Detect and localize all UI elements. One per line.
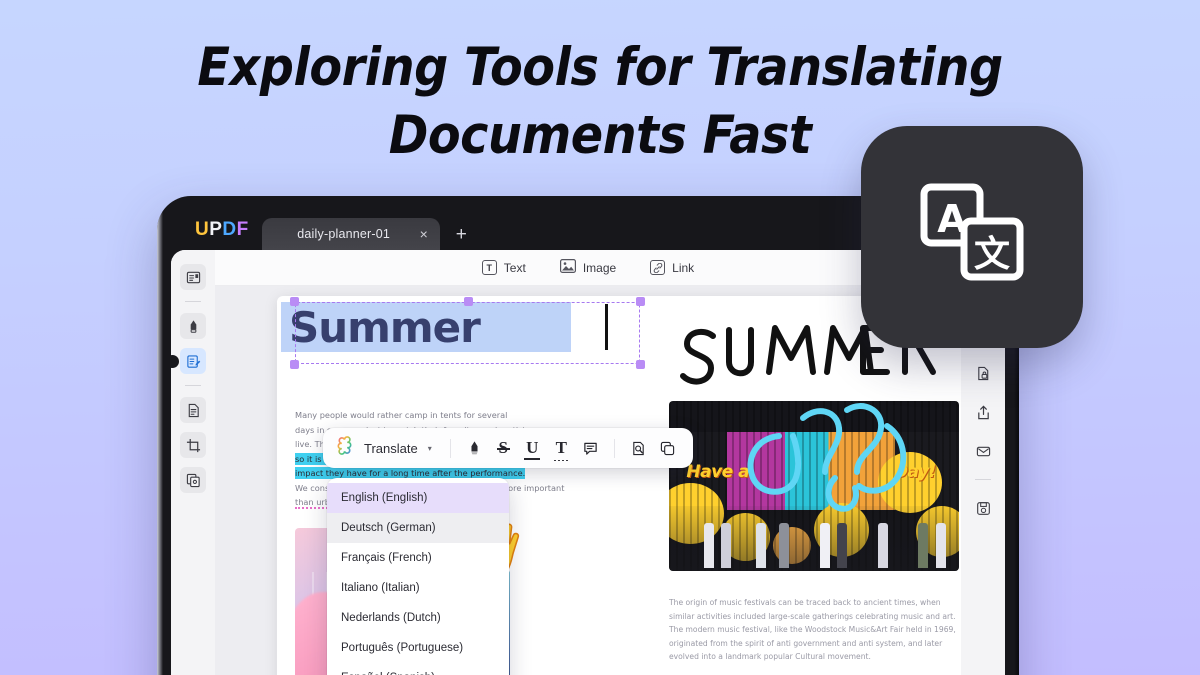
language-option[interactable]: Italiano (Italian) <box>327 573 509 603</box>
language-option[interactable]: Nederlands (Dutch) <box>327 603 509 633</box>
highlighter-tool-icon <box>190 319 196 333</box>
new-tab-button[interactable]: + <box>440 225 481 250</box>
comment-icon[interactable] <box>577 435 604 462</box>
language-option[interactable]: Español (Spanish) <box>327 663 509 675</box>
right-paragraph: The origin of music festivals can be tra… <box>669 598 956 661</box>
paragraph-line: Many people would rather camp in tents f… <box>295 410 508 420</box>
language-dropdown-menu[interactable]: English (English) Deutsch (German) Franç… <box>327 478 509 675</box>
sidebar-item-reader-view[interactable] <box>180 264 206 290</box>
sidebar-item-highlighter[interactable] <box>180 313 206 339</box>
resize-handle-top-center[interactable] <box>463 297 473 306</box>
updf-logo: UPDF <box>171 219 262 250</box>
protect-document-icon <box>977 366 988 380</box>
logo-letter-f: F <box>236 219 249 240</box>
sidebar-item-organize-pages[interactable] <box>180 467 206 493</box>
translate-toolbar[interactable]: Translate ▾ S U T <box>323 428 693 468</box>
toolbar-divider <box>449 438 451 458</box>
toolbar-item-link[interactable]: Link <box>650 260 694 275</box>
share-export-icon <box>977 405 989 419</box>
logo-letter-d: D <box>222 219 237 240</box>
toolbar-divider <box>613 438 615 458</box>
page-content-icon <box>188 403 199 417</box>
sidebar-item-edit-annotate[interactable] <box>180 348 206 374</box>
save-icon <box>976 501 990 515</box>
sidebar-item-share[interactable] <box>970 399 996 425</box>
squiggly-underline-icon[interactable]: T <box>548 435 575 462</box>
sidebar-item-save[interactable] <box>970 495 996 521</box>
svg-text:文: 文 <box>974 234 1010 275</box>
sidebar-divider <box>185 301 201 302</box>
resize-handle-bottom-left[interactable] <box>290 360 299 369</box>
document-right-column: The origin of music festivals can be tra… <box>669 596 959 675</box>
sidebar-item-protect-document[interactable] <box>970 360 996 386</box>
crop-page-icon <box>186 438 200 452</box>
toolbar-item-image-label: Image <box>582 260 617 275</box>
sidebar-indicator-dot <box>171 355 179 368</box>
mural-text-left: Have a <box>686 462 750 483</box>
sidebar-item-crop-page[interactable] <box>180 432 206 458</box>
resize-handle-top-left[interactable] <box>290 297 299 306</box>
language-option[interactable]: Português (Portuguese) <box>327 633 509 663</box>
image-icon <box>559 259 576 276</box>
underline-icon[interactable]: U <box>519 435 546 462</box>
language-option[interactable]: Deutsch (German) <box>327 513 509 543</box>
sidebar-item-email[interactable] <box>970 438 996 464</box>
link-icon <box>650 260 666 275</box>
insert-toolbar: T Text Image Link <box>215 250 961 286</box>
toolbar-item-text-label: Text <box>503 260 526 275</box>
reader-view-icon <box>186 271 200 283</box>
logo-letter-p: P <box>209 219 223 240</box>
sidebar-divider <box>185 385 201 386</box>
mural-photo: Have a Day! <box>669 401 959 571</box>
highlighter-icon[interactable] <box>461 435 488 462</box>
language-option[interactable]: Français (French) <box>327 543 509 573</box>
language-option[interactable]: English (English) <box>327 483 509 513</box>
close-icon[interactable]: × <box>420 226 428 242</box>
edit-annotate-icon <box>186 354 200 368</box>
toolbar-item-image[interactable]: Image <box>559 259 617 276</box>
resize-handle-top-right[interactable] <box>636 297 645 306</box>
strikethrough-icon[interactable]: S <box>490 435 517 462</box>
organize-pages-icon <box>186 473 200 487</box>
document-canvas: T Text Image Link Summer Many people wou… <box>215 250 961 675</box>
selection-outline <box>295 302 640 364</box>
selection-box[interactable] <box>290 297 645 369</box>
page-title-line-1: Exploring Tools for Translating <box>197 37 1003 98</box>
search-document-icon[interactable] <box>625 435 652 462</box>
mural-text-right: Day! <box>893 462 936 483</box>
chevron-down-icon[interactable]: ▾ <box>428 444 432 453</box>
resize-handle-bottom-right[interactable] <box>636 360 645 369</box>
text-box-icon: T <box>481 260 497 275</box>
email-icon <box>976 446 990 456</box>
copy-icon[interactable] <box>654 435 681 462</box>
sidebar-divider <box>975 479 991 480</box>
logo-letter-u: U <box>195 219 210 240</box>
document-tab[interactable]: daily-planner-01 × <box>261 218 440 250</box>
toolbar-item-link-label: Link <box>672 260 695 275</box>
svg-text:A: A <box>937 197 967 241</box>
translate-label[interactable]: Translate <box>364 441 418 456</box>
toolbar-item-text[interactable]: T Text <box>481 260 526 275</box>
translate-badge: A 文 <box>861 126 1083 348</box>
left-sidebar <box>171 250 215 675</box>
sidebar-item-page-content[interactable] <box>180 397 206 423</box>
translate-icon: A 文 <box>920 183 1024 281</box>
translate-flower-icon <box>335 436 354 460</box>
document-tab-label: daily-planner-01 <box>297 227 391 241</box>
